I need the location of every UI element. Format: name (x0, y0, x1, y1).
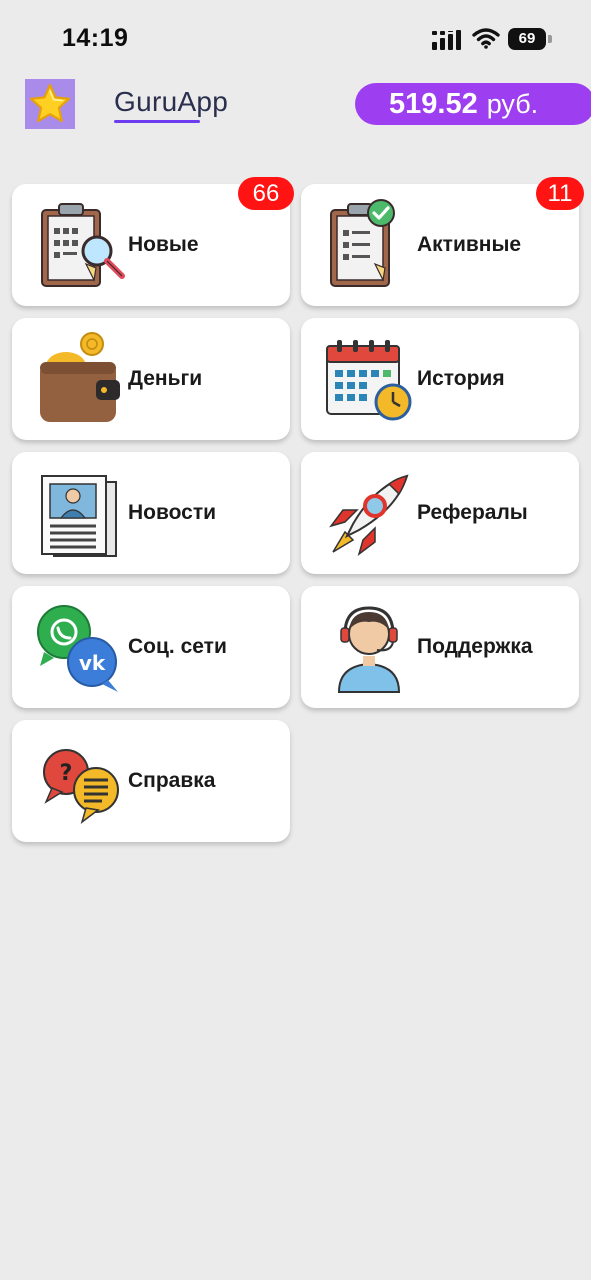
svg-text:vk: vk (79, 651, 106, 675)
signal-icon (432, 30, 461, 50)
calendar-clock-icon (326, 340, 412, 421)
app-header: GuruApp 519.52 руб. (0, 70, 591, 140)
wallet-icon (40, 332, 120, 422)
tile-label: Новые (128, 233, 199, 256)
support-agent-icon (337, 606, 401, 693)
balance-currency: руб. (486, 88, 539, 119)
tile-label: Соц. сети (128, 635, 227, 658)
tile-active[interactable]: Активные (301, 184, 579, 306)
tile-label: Активные (417, 233, 522, 256)
balance-pill[interactable]: 519.52 руб. (355, 83, 591, 125)
clipboard-search-icon (41, 203, 125, 287)
battery-level: 69 (508, 28, 546, 50)
tile-label: Деньги (128, 367, 203, 390)
balance-amount: 519.52 (389, 87, 478, 120)
tile-label: Поддержка (417, 635, 533, 658)
social-chat-icon: vk (37, 605, 118, 692)
tile-history[interactable]: История (301, 318, 579, 440)
new-count-badge: 66 (238, 177, 294, 210)
tile-social[interactable]: vk Соц. сети (12, 586, 290, 708)
tile-support[interactable]: Поддержка (301, 586, 579, 708)
status-time: 14:19 (62, 24, 129, 52)
active-count-badge: 11 (536, 177, 584, 210)
rocket-icon (329, 474, 409, 556)
tile-referrals[interactable]: Рефералы (301, 452, 579, 574)
tile-help[interactable]: ? Справка (12, 720, 290, 842)
tile-money[interactable]: Деньги (12, 318, 290, 440)
tile-label: Справка (128, 769, 216, 792)
star-logo-icon[interactable] (25, 79, 75, 129)
wifi-icon (472, 28, 500, 49)
tile-news[interactable]: Новости (12, 452, 290, 574)
tile-label: Новости (128, 501, 217, 524)
battery-icon: 69 (508, 28, 552, 50)
svg-text:?: ? (60, 761, 73, 786)
app-title: GuruApp (114, 86, 229, 117)
app-title-underline (114, 120, 200, 123)
help-chat-icon: ? (43, 749, 119, 824)
tile-label: Рефералы (417, 501, 528, 524)
tile-label: История (417, 367, 505, 390)
status-bar: 14:19 69 (0, 0, 591, 70)
newspaper-icon (41, 475, 117, 557)
clipboard-check-icon (330, 199, 395, 287)
